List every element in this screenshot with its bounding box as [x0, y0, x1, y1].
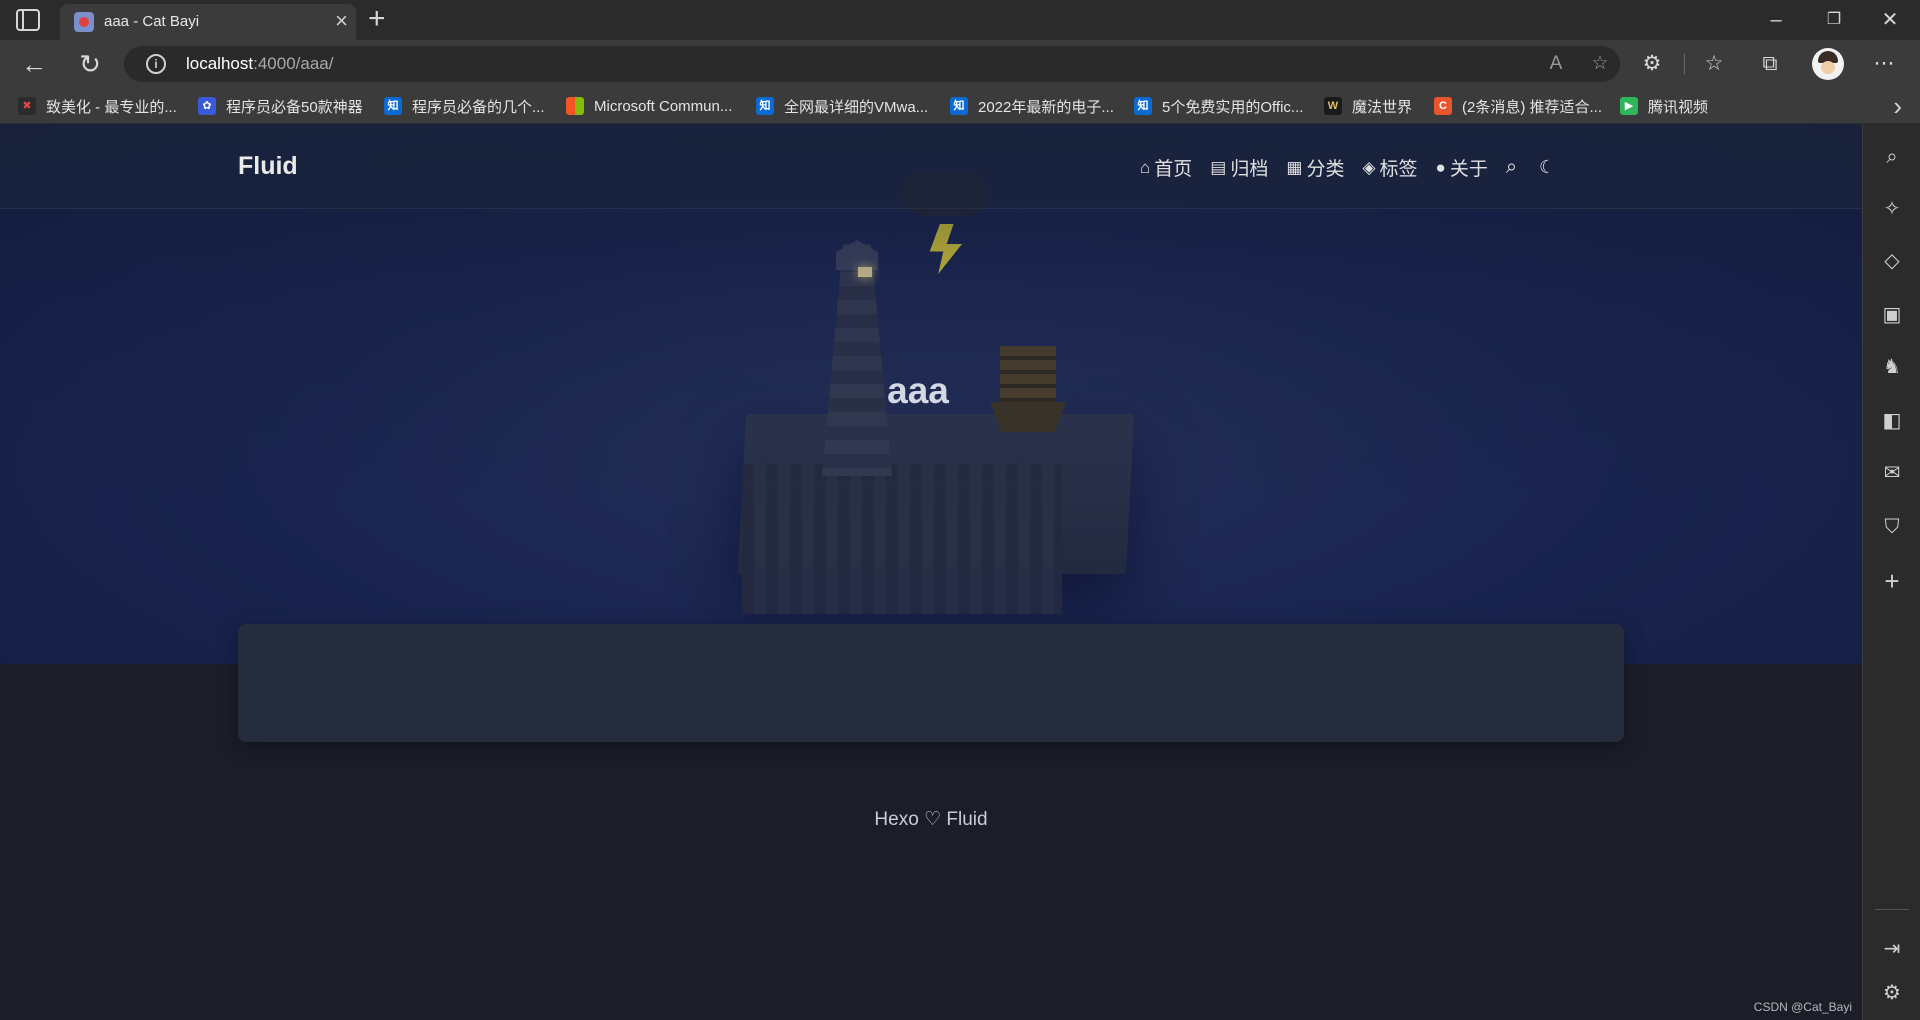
user-icon: ● — [1435, 157, 1446, 177]
tag-icon: ◈ — [1362, 157, 1376, 177]
bookmark-item[interactable]: 知 2022年最新的电子... — [950, 95, 1114, 117]
close-window-icon[interactable]: ✕ — [1870, 6, 1910, 34]
tab-actions-icon[interactable] — [16, 9, 40, 31]
add-favorite-icon[interactable]: ☆ — [1586, 51, 1614, 77]
nav-item-home[interactable]: ⌂ 首页 — [1140, 154, 1192, 181]
copilot-icon[interactable]: ✧ — [1877, 194, 1907, 224]
extensions-icon[interactable]: ⚙ — [1636, 48, 1668, 80]
refresh-icon[interactable]: ↻ — [74, 48, 106, 80]
drop-icon[interactable]: ⛉ — [1877, 512, 1907, 542]
heart-icon: ♡ — [924, 809, 942, 830]
nav-menu: ⌂ 首页 ▤ 归档 ▦ 分类 ◈ 标签 ● 关于 ⌕ ☾ — [1140, 154, 1577, 181]
footer-fluid-link[interactable]: Fluid — [946, 809, 987, 830]
tab-strip: aaa - Cat Bayi × + – ❐ ✕ — [0, 0, 1920, 40]
outlook-icon[interactable]: ✉ — [1877, 458, 1907, 488]
zhimeihua-icon: ✖ — [18, 97, 36, 115]
bookmark-item[interactable]: ✿ 程序员必备50款神器 — [198, 95, 363, 117]
bookmark-item[interactable]: W 魔法世界 — [1324, 95, 1412, 117]
nav-item-about[interactable]: ● 关于 — [1436, 154, 1488, 181]
site-footer: Hexo ♡ Fluid — [0, 808, 1862, 831]
site-info-icon[interactable]: i — [146, 54, 166, 74]
edge-sidebar: ⌕ ✧ ◇ ▣ ♞ ◧ ✉ ⛉ + ⇥ ⚙ — [1862, 124, 1920, 1020]
zhihu-icon: 知 — [756, 97, 774, 115]
add-sidebar-app-icon[interactable]: + — [1877, 566, 1907, 596]
nav-search-button[interactable]: ⌕ — [1506, 156, 1521, 179]
bookmark-item[interactable]: C (2条消息) 推荐适合... — [1434, 95, 1602, 117]
csdn-icon: C — [1434, 97, 1452, 115]
url-text: localhost:4000/aaa/ — [186, 54, 334, 73]
favorites-icon[interactable]: ☆ — [1698, 48, 1730, 80]
dark-mode-toggle[interactable]: ☾ — [1539, 157, 1559, 178]
nav-item-archive[interactable]: ▤ 归档 — [1210, 154, 1268, 181]
address-toolbar: ← ↻ i localhost:4000/aaa/ A ☆ ⚙ ☆ ⧉ ⋯ — [0, 40, 1920, 88]
footer-hexo-link[interactable]: Hexo — [874, 809, 918, 830]
post-content-card — [238, 624, 1624, 742]
nav-item-categories[interactable]: ▦ 分类 — [1286, 154, 1344, 181]
post-title: aaa — [887, 370, 949, 411]
toolbar-divider — [1684, 54, 1685, 74]
search-icon: ⌕ — [1505, 156, 1518, 178]
tab-title: aaa - Cat Bayi — [104, 13, 200, 30]
category-icon: ▦ — [1286, 157, 1303, 177]
microsoft-icon — [566, 97, 584, 115]
more-menu-icon[interactable]: ⋯ — [1868, 48, 1900, 80]
active-tab[interactable]: aaa - Cat Bayi × — [60, 4, 356, 40]
sidebar-divider — [1875, 909, 1909, 910]
bookmark-item[interactable]: Microsoft Commun... — [566, 95, 732, 117]
bookmark-item[interactable]: 知全网最详细的VMwa... — [756, 95, 928, 117]
page-viewport: Fluid ⌂ 首页 ▤ 归档 ▦ 分类 ◈ 标签 ● 关于 ⌕ ☾ aaa Hexo ♡… — [0, 124, 1862, 1020]
archive-icon: ▤ — [1210, 157, 1227, 177]
minimize-icon[interactable]: – — [1756, 6, 1796, 34]
profile-avatar[interactable] — [1812, 48, 1844, 80]
shopping-tag-icon[interactable]: ◇ — [1877, 246, 1907, 276]
address-bar[interactable]: i localhost:4000/aaa/ A ☆ — [124, 46, 1620, 82]
hide-sidebar-icon[interactable]: ⇥ — [1877, 934, 1907, 964]
site-brand[interactable]: Fluid — [238, 152, 298, 181]
sidebar-settings-icon[interactable]: ⚙ — [1877, 978, 1907, 1008]
office-icon[interactable]: ◧ — [1877, 406, 1907, 436]
nav-item-tags[interactable]: ◈ 标签 — [1362, 154, 1417, 181]
restore-icon[interactable]: ❐ — [1814, 6, 1854, 34]
tools-icon[interactable]: ▣ — [1877, 300, 1907, 330]
back-icon[interactable]: ← — [18, 48, 50, 80]
tab-close-icon[interactable]: × — [335, 8, 348, 34]
home-icon: ⌂ — [1140, 157, 1151, 177]
collections-icon[interactable]: ⧉ — [1754, 48, 1786, 80]
read-aloud-icon[interactable]: A — [1542, 51, 1570, 77]
paw-icon: ✿ — [198, 97, 216, 115]
bookmark-item[interactable]: ▶ 腾讯视频 — [1620, 95, 1708, 117]
new-tab-icon[interactable]: + — [368, 2, 386, 36]
tencent-video-icon: ▶ — [1620, 97, 1638, 115]
bookmark-item[interactable]: ✖ 致美化 - 最专业的... — [18, 95, 177, 117]
bookmark-item[interactable]: 知 5个免费实用的Offic... — [1134, 95, 1303, 117]
search-icon[interactable]: ⌕ — [1877, 142, 1907, 172]
bookmarks-overflow-icon[interactable]: › — [1893, 90, 1902, 122]
zhihu-icon: 知 — [1134, 97, 1152, 115]
site-navbar: Fluid ⌂ 首页 ▤ 归档 ▦ 分类 ◈ 标签 ● 关于 ⌕ ☾ — [0, 124, 1862, 209]
zhihu-icon: 知 — [384, 97, 402, 115]
moon-icon: ☾ — [1539, 157, 1556, 177]
bookmarks-bar: ✖ 致美化 - 最专业的... ✿ 程序员必备50款神器 知程序员必备的几个... … — [0, 88, 1920, 124]
csdn-watermark: CSDN @Cat_Bayi — [1753, 1000, 1852, 1014]
zhihu-icon: 知 — [950, 97, 968, 115]
w-icon: W — [1324, 97, 1342, 115]
site-favicon-icon — [74, 12, 94, 32]
games-icon[interactable]: ♞ — [1877, 352, 1907, 382]
bookmark-item[interactable]: 知程序员必备的几个... — [384, 95, 545, 117]
